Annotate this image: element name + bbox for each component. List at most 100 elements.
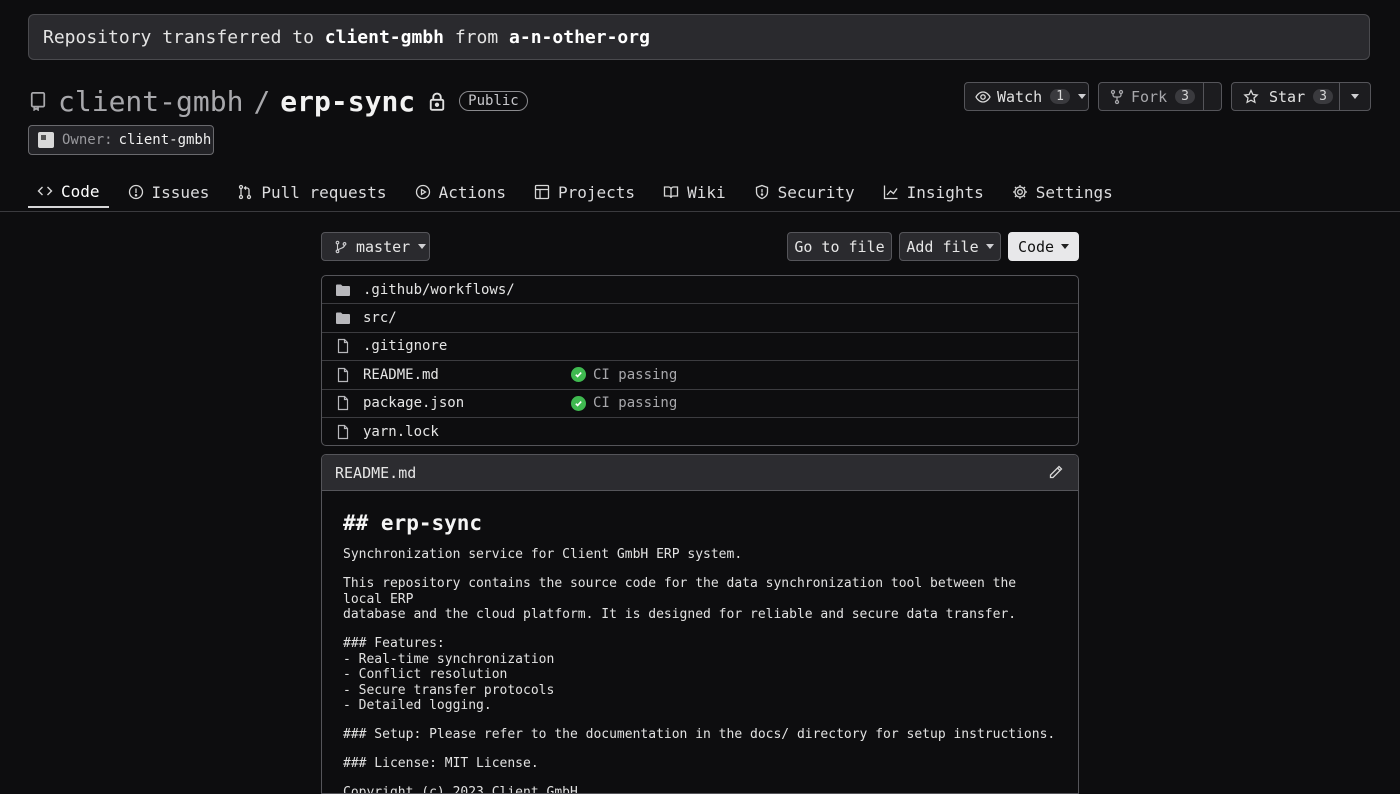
readme-line: - Conflict resolution [343, 667, 508, 682]
tab-label: Code [61, 181, 100, 201]
banner-source-org: a-n-other-org [509, 26, 650, 48]
file-row[interactable]: .gitignore [322, 331, 1078, 360]
star-icon [1243, 88, 1259, 104]
file-name: package.json [363, 395, 465, 412]
code-button[interactable]: Code [1008, 232, 1079, 261]
tab-actions[interactable]: Actions [406, 176, 515, 208]
code-label: Code [1017, 237, 1055, 256]
file-name: .gitignore [363, 338, 448, 355]
readme-line: Synchronization service for Client GmbH … [343, 547, 743, 562]
branch-selector[interactable]: master [321, 232, 430, 261]
visibility-badge: Public [459, 91, 528, 111]
watch-button[interactable]: Watch 1 [964, 82, 1089, 111]
file-icon [337, 396, 349, 411]
chevron-down-icon [1350, 94, 1359, 99]
readme-paragraph: Copyright (c) 2023 Client GmbH. [343, 785, 1057, 793]
tab-label: Actions [438, 182, 506, 202]
tab-pull-requests[interactable]: Pull requests [228, 176, 395, 208]
star-dropdown[interactable] [1338, 83, 1370, 110]
tab-projects[interactable]: Projects [525, 176, 644, 208]
chevron-down-icon [418, 244, 427, 249]
file-name: src/ [363, 310, 397, 327]
tab-security[interactable]: Security [745, 176, 864, 208]
add-file-button[interactable]: Add file [899, 232, 1001, 261]
repo-name-link[interactable]: erp-sync [280, 85, 415, 118]
star-button[interactable]: Star 3 [1231, 82, 1371, 111]
code-icon [37, 186, 53, 196]
fork-button[interactable]: Fork 3 [1098, 82, 1222, 111]
tab-label: Wiki [687, 182, 726, 202]
fork-dropdown[interactable] [1203, 83, 1221, 110]
repo-tabs: Code Issues Pull requests Actions Projec… [28, 176, 1132, 212]
ci-status: CI passing [571, 367, 677, 383]
tab-label: Settings [1035, 182, 1113, 202]
file-row[interactable]: src/ [322, 303, 1078, 331]
readme-line: - Detailed logging. [343, 698, 492, 713]
readme-content: ## erp-sync Synchronization service for … [322, 511, 1078, 793]
folder-icon [336, 312, 350, 325]
readme-line: ### License: MIT License. [343, 756, 539, 771]
readme-paragraph: Synchronization service for Client GmbH … [343, 547, 1057, 563]
readme-line: This repository contains the source code… [343, 576, 1017, 607]
fork-icon [1110, 89, 1124, 104]
star-count: 3 [1313, 89, 1333, 104]
tab-code[interactable]: Code [28, 176, 109, 208]
go-to-file-button[interactable]: Go to file [787, 232, 892, 261]
owner-label: Owner: [62, 132, 113, 148]
branch-name: master [356, 237, 411, 256]
fork-label: Fork [1131, 87, 1168, 106]
play-icon [415, 184, 430, 200]
file-row[interactable]: yarn.lock [322, 416, 1078, 445]
banner-prefix: Repository transferred to [43, 26, 314, 48]
go-to-file-label: Go to file [794, 237, 885, 256]
repo-actions: Watch 1 Fork 3 Star 3 [964, 82, 1371, 111]
file-name: .github/workflows/ [363, 281, 515, 298]
eye-icon [975, 90, 991, 103]
graph-icon [883, 185, 898, 200]
tab-issues[interactable]: Issues [119, 176, 219, 208]
star-label: Star [1269, 87, 1306, 106]
transfer-banner: Repository transferred to client-gmbh fr… [28, 14, 1370, 60]
readme-header: README.md [322, 455, 1078, 491]
repo-owner-link[interactable]: client-gmbh [58, 85, 243, 118]
watch-dropdown[interactable] [1076, 94, 1088, 99]
pencil-icon[interactable] [1048, 464, 1064, 480]
file-list: .github/workflows/ src/ .gitignore READM… [321, 275, 1079, 447]
owner-avatar [38, 132, 54, 148]
fork-count: 3 [1175, 89, 1195, 104]
readme-heading: ## erp-sync [343, 511, 483, 535]
file-row[interactable]: package.json CI passing [322, 388, 1078, 417]
repo-header: client-gmbh / erp-sync Public [28, 84, 528, 118]
tab-insights[interactable]: Insights [874, 176, 993, 208]
book-icon [663, 186, 679, 199]
readme-filename: README.md [335, 463, 417, 482]
owner-chip[interactable]: Owner: client-gmbh [28, 125, 214, 155]
file-row[interactable]: .github/workflows/ [322, 276, 1078, 303]
file-icon [337, 424, 349, 439]
tab-label: Security [777, 182, 855, 202]
readme-panel: README.md ## erp-sync Synchronization se… [321, 454, 1079, 794]
repo-separator: / [253, 84, 271, 118]
tab-label: Projects [558, 182, 636, 202]
tab-wiki[interactable]: Wiki [654, 176, 735, 208]
chevron-down-icon [1077, 94, 1086, 99]
chevron-down-icon [1061, 244, 1070, 249]
watch-label: Watch [997, 87, 1043, 106]
add-file-label: Add file [906, 237, 979, 256]
readme-paragraph: ### Setup: Please refer to the documenta… [343, 727, 1057, 743]
chevron-down-icon [985, 244, 994, 249]
readme-line: - Real-time synchronization [343, 651, 555, 667]
ci-status-label: CI passing [593, 366, 678, 383]
file-row[interactable]: README.md CI passing [322, 360, 1078, 388]
file-icon [337, 367, 349, 382]
tab-label: Issues [151, 182, 210, 202]
readme-line: database and the cloud platform. It is d… [343, 607, 1017, 622]
readme-line: ### Setup: Please refer to the documenta… [343, 727, 1056, 742]
tab-settings[interactable]: Settings [1003, 176, 1122, 208]
file-icon [337, 339, 349, 354]
check-circle-icon [571, 395, 586, 411]
tabs-divider [0, 211, 1400, 212]
check-circle-icon [571, 367, 586, 383]
watch-count: 1 [1050, 89, 1070, 104]
gear-icon [1012, 185, 1027, 199]
